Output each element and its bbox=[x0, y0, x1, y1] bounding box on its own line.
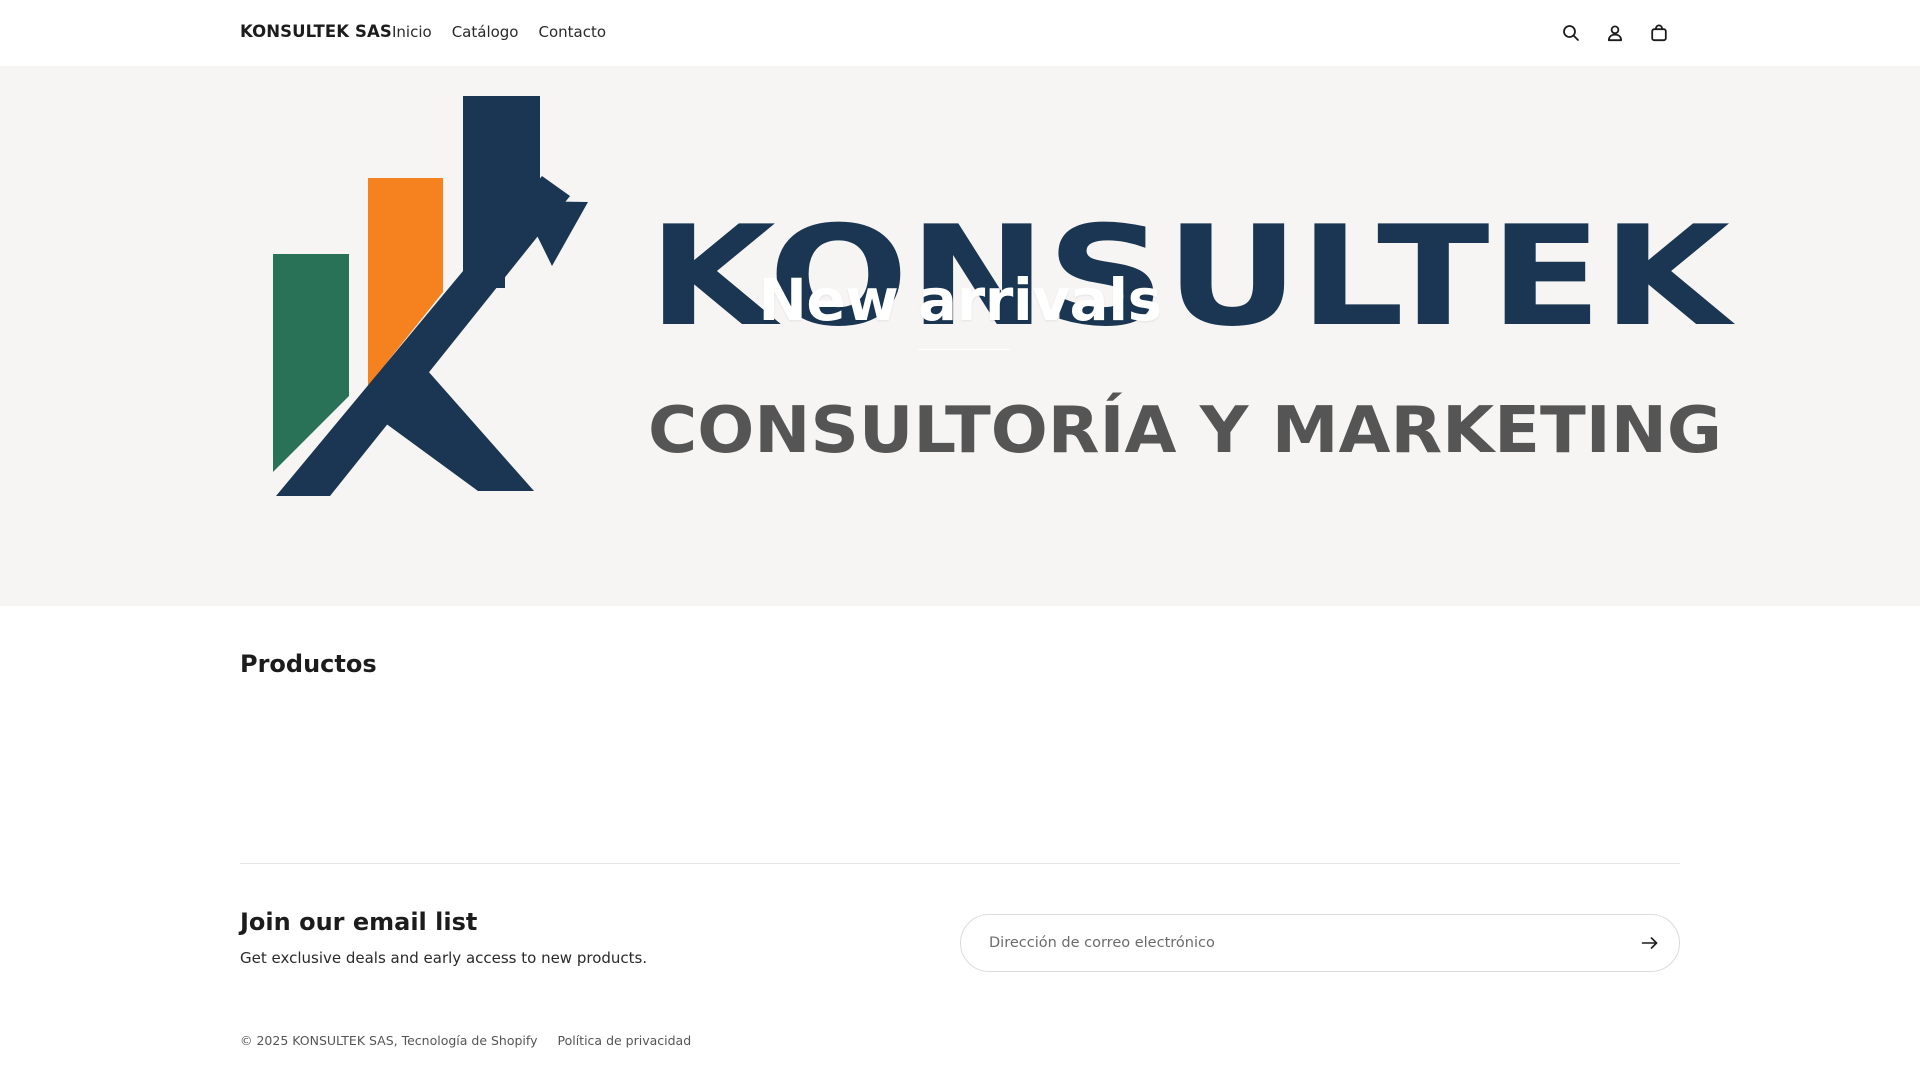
privacy-policy-link[interactable]: Política de privacidad bbox=[558, 1033, 692, 1048]
main-nav: Inicio Catálogo Contacto bbox=[392, 23, 606, 41]
email-field[interactable] bbox=[989, 915, 1589, 971]
section-divider bbox=[240, 863, 1680, 864]
search-icon[interactable] bbox=[1558, 20, 1584, 46]
products-section-title: Productos bbox=[240, 650, 377, 678]
hero-title: New arrivals bbox=[758, 266, 1162, 334]
nav-item-catalogo[interactable]: Catálogo bbox=[452, 23, 519, 41]
nav-item-contacto[interactable]: Contacto bbox=[539, 23, 607, 41]
nav-item-inicio[interactable]: Inicio bbox=[392, 23, 432, 41]
newsletter-subtitle: Get exclusive deals and early access to … bbox=[240, 949, 648, 967]
arrow-right-icon[interactable] bbox=[1637, 930, 1663, 956]
site-footer: © 2025 KONSULTEK SAS, Tecnología de Shop… bbox=[240, 1033, 691, 1048]
hero-shop-button[interactable] bbox=[918, 349, 1010, 385]
logo-tagline-text: CONSULTORÍA Y MARKETING bbox=[648, 392, 1722, 468]
account-icon[interactable] bbox=[1602, 20, 1628, 46]
site-header: KONSULTEK SAS Inicio Catálogo Contacto bbox=[0, 0, 1920, 66]
header-icons bbox=[1558, 20, 1672, 46]
newsletter-title: Join our email list bbox=[240, 908, 478, 936]
newsletter-form bbox=[960, 914, 1680, 972]
footer-copyright[interactable]: © 2025 KONSULTEK SAS, Tecnología de Shop… bbox=[240, 1033, 538, 1048]
logo-wordmark: KONSULTEK CONSULTORÍA Y MARKETING bbox=[648, 196, 1736, 468]
hero-banner: KONSULTEK CONSULTORÍA Y MARKETING New ar… bbox=[0, 66, 1920, 606]
cart-icon[interactable] bbox=[1646, 20, 1672, 46]
brand-link[interactable]: KONSULTEK SAS bbox=[240, 22, 392, 41]
